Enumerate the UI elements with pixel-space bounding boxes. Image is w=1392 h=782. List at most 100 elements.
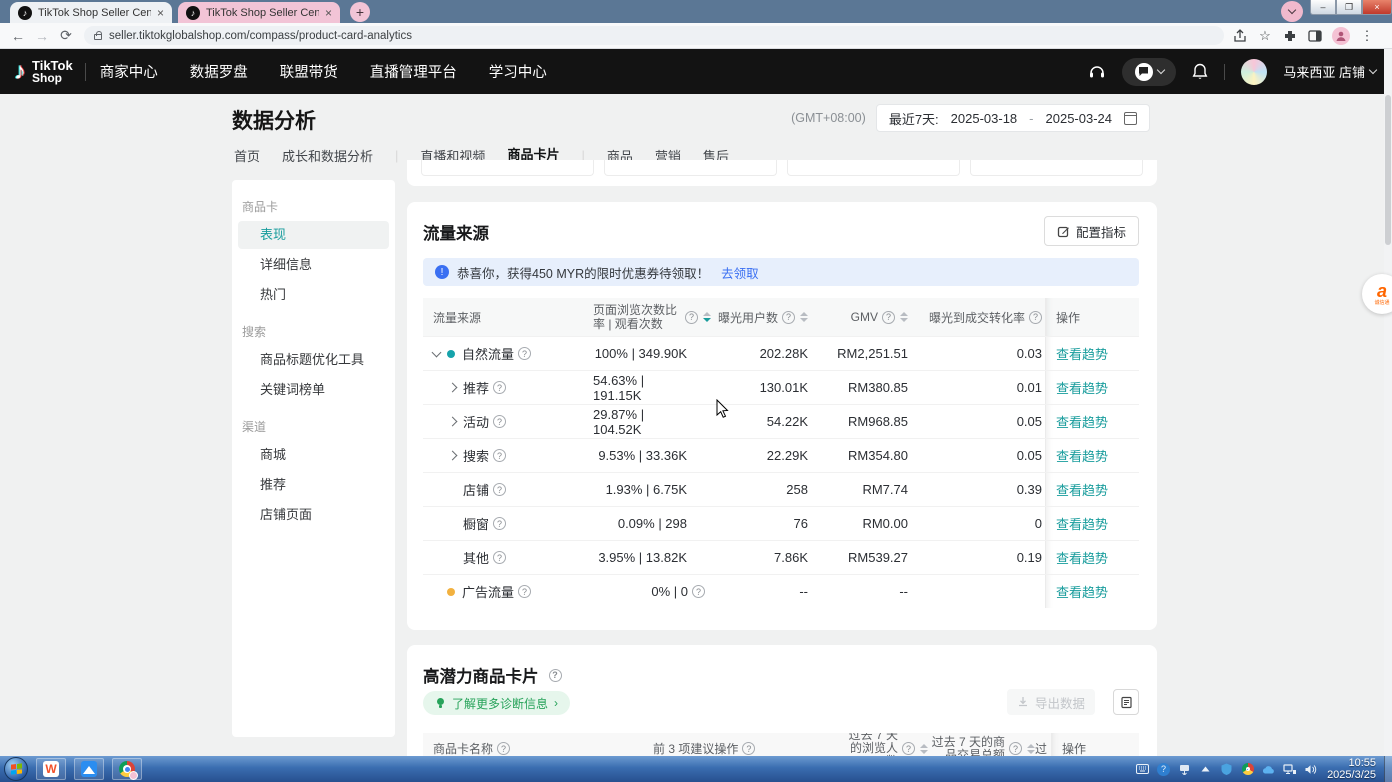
- view-trend-link[interactable]: 查看趋势: [1056, 514, 1108, 533]
- back-button[interactable]: ←: [6, 28, 30, 44]
- sort-icon[interactable]: [800, 312, 808, 322]
- chevron-right-icon[interactable]: [448, 383, 458, 393]
- nav-data-compass[interactable]: 数据罗盘: [190, 61, 248, 82]
- help-icon[interactable]: ?: [497, 742, 510, 755]
- sort-icon[interactable]: [900, 312, 908, 322]
- new-tab-button[interactable]: +: [350, 2, 370, 22]
- view-trend-link[interactable]: 查看趋势: [1056, 378, 1108, 397]
- chevron-right-icon[interactable]: [448, 451, 458, 461]
- help-icon[interactable]: ?: [493, 551, 506, 564]
- ime-keyboard-icon[interactable]: [1136, 763, 1149, 776]
- help-icon[interactable]: ?: [518, 347, 531, 360]
- col-7day-views[interactable]: 过去 7 天的浏览人数 ?: [843, 733, 928, 756]
- browser-menu-icon[interactable]: ⋮: [1359, 28, 1375, 44]
- help-icon[interactable]: ?: [685, 311, 698, 324]
- help-icon[interactable]: ?: [549, 669, 562, 682]
- sort-icon[interactable]: [703, 312, 711, 322]
- side-panel-icon[interactable]: [1307, 28, 1323, 44]
- help-icon[interactable]: ?: [1009, 742, 1022, 755]
- volume-icon[interactable]: [1304, 763, 1317, 776]
- address-bar[interactable]: seller.tiktokglobalshop.com/compass/prod…: [84, 26, 1224, 45]
- sort-icon[interactable]: [920, 744, 928, 754]
- window-maximize-button[interactable]: ❐: [1336, 0, 1362, 15]
- profile-avatar[interactable]: [1332, 27, 1350, 45]
- vertical-scrollbar[interactable]: [1384, 49, 1392, 756]
- window-close-button[interactable]: ×: [1362, 0, 1392, 15]
- store-name[interactable]: 马来西亚 店铺: [1283, 62, 1365, 81]
- tab-close-icon[interactable]: ×: [325, 6, 332, 20]
- help-icon[interactable]: ?: [782, 311, 795, 324]
- help-icon[interactable]: ?: [493, 483, 506, 496]
- view-trend-link[interactable]: 查看趋势: [1056, 480, 1108, 499]
- taskbar-wps-icon[interactable]: W: [36, 758, 66, 780]
- help-icon[interactable]: ?: [493, 449, 506, 462]
- show-desktop-button[interactable]: [1384, 756, 1392, 782]
- sidebar-item-shop-page[interactable]: 店铺页面: [238, 501, 389, 529]
- scrollbar-thumb[interactable]: [1385, 95, 1391, 245]
- help-icon[interactable]: ?: [493, 381, 506, 394]
- help-icon[interactable]: ?: [692, 585, 705, 598]
- bookmark-star-icon[interactable]: ☆: [1257, 28, 1273, 44]
- col-gmv[interactable]: GMV ?: [808, 298, 908, 336]
- refresh-button[interactable]: ⟳: [54, 27, 78, 44]
- sidebar-item-keyword-ranking[interactable]: 关键词榜单: [238, 376, 389, 404]
- help-icon[interactable]: ?: [1029, 311, 1042, 324]
- taskbar-clock[interactable]: 10:55 2025/3/25: [1327, 757, 1376, 781]
- usb-device-icon[interactable]: [1178, 763, 1191, 776]
- tab-growth-analytics[interactable]: 成长和数据分析: [282, 146, 373, 173]
- tab-home[interactable]: 首页: [234, 146, 260, 173]
- security-shield-icon[interactable]: [1220, 763, 1233, 776]
- sort-icon[interactable]: [1027, 744, 1035, 754]
- show-hidden-icons-button[interactable]: [1199, 763, 1212, 776]
- chat-menu-button[interactable]: [1122, 58, 1176, 86]
- nav-affiliate[interactable]: 联盟带货: [280, 61, 338, 82]
- network-icon[interactable]: [1283, 763, 1296, 776]
- chevron-down-icon[interactable]: [432, 347, 442, 357]
- sidebar-item-recommend[interactable]: 推荐: [238, 471, 389, 499]
- tab-search-button[interactable]: [1281, 1, 1303, 22]
- view-trend-link[interactable]: 查看趋势: [1056, 344, 1108, 363]
- sidebar-item-performance[interactable]: 表现: [238, 221, 389, 249]
- start-button[interactable]: [4, 757, 28, 781]
- browser-tab-active[interactable]: ♪ TikTok Shop Seller Center | Cr ×: [10, 2, 172, 23]
- forward-button[interactable]: →: [30, 28, 54, 44]
- window-minimize-button[interactable]: –: [1310, 0, 1336, 15]
- report-sheet-button[interactable]: [1113, 689, 1139, 715]
- support-headset-icon[interactable]: [1088, 63, 1106, 81]
- notifications-bell-icon[interactable]: [1192, 63, 1208, 80]
- store-avatar[interactable]: [1241, 59, 1267, 85]
- sidebar-item-title-optimizer[interactable]: 商品标题优化工具: [238, 346, 389, 374]
- help-icon[interactable]: ?: [902, 742, 915, 755]
- extensions-puzzle-icon[interactable]: [1282, 28, 1298, 44]
- view-trend-link[interactable]: 查看趋势: [1056, 446, 1108, 465]
- help-icon[interactable]: ?: [493, 517, 506, 530]
- nav-live-platform[interactable]: 直播管理平台: [370, 61, 457, 82]
- taskbar-mountain-app-icon[interactable]: [74, 758, 104, 780]
- share-icon[interactable]: [1232, 28, 1248, 44]
- browser-tab-inactive[interactable]: ♪ TikTok Shop Seller Center | Cr ×: [178, 2, 340, 23]
- view-trend-link[interactable]: 查看趋势: [1056, 412, 1108, 431]
- view-trend-link[interactable]: 查看趋势: [1056, 548, 1108, 567]
- col-7day-gmv[interactable]: 过去 7 天的商品交易总额 ?: [928, 733, 1035, 756]
- tab-close-icon[interactable]: ×: [157, 6, 164, 20]
- view-trend-link[interactable]: 查看趋势: [1056, 582, 1108, 601]
- chevron-right-icon[interactable]: [448, 417, 458, 427]
- help-icon[interactable]: ?: [493, 415, 506, 428]
- nav-learning-center[interactable]: 学习中心: [489, 61, 547, 82]
- col-pv-rate[interactable]: 页面浏览次数比率 | 观看次数 ?: [593, 298, 713, 336]
- sidebar-item-mall[interactable]: 商城: [238, 441, 389, 469]
- claim-coupon-link[interactable]: 去领取: [721, 263, 759, 282]
- cloud-sync-icon[interactable]: [1262, 763, 1275, 776]
- help-icon[interactable]: ?: [882, 311, 895, 324]
- sidebar-item-details[interactable]: 详细信息: [238, 251, 389, 279]
- col-cvr[interactable]: 曝光到成交转化率 ?: [908, 298, 1045, 336]
- diagnosis-link[interactable]: 了解更多诊断信息 ›: [423, 691, 570, 715]
- tiktok-shop-logo[interactable]: ♪ TikTok Shop: [14, 58, 73, 86]
- configure-metrics-button[interactable]: 配置指标: [1044, 216, 1139, 246]
- sidebar-item-trending[interactable]: 热门: [238, 281, 389, 309]
- help-tray-icon[interactable]: ?: [1157, 763, 1170, 776]
- nav-seller-center[interactable]: 商家中心: [100, 61, 158, 82]
- help-icon[interactable]: ?: [518, 585, 531, 598]
- export-data-button[interactable]: 导出数据: [1007, 689, 1095, 715]
- col-exposed-users[interactable]: 曝光用户数 ?: [713, 298, 808, 336]
